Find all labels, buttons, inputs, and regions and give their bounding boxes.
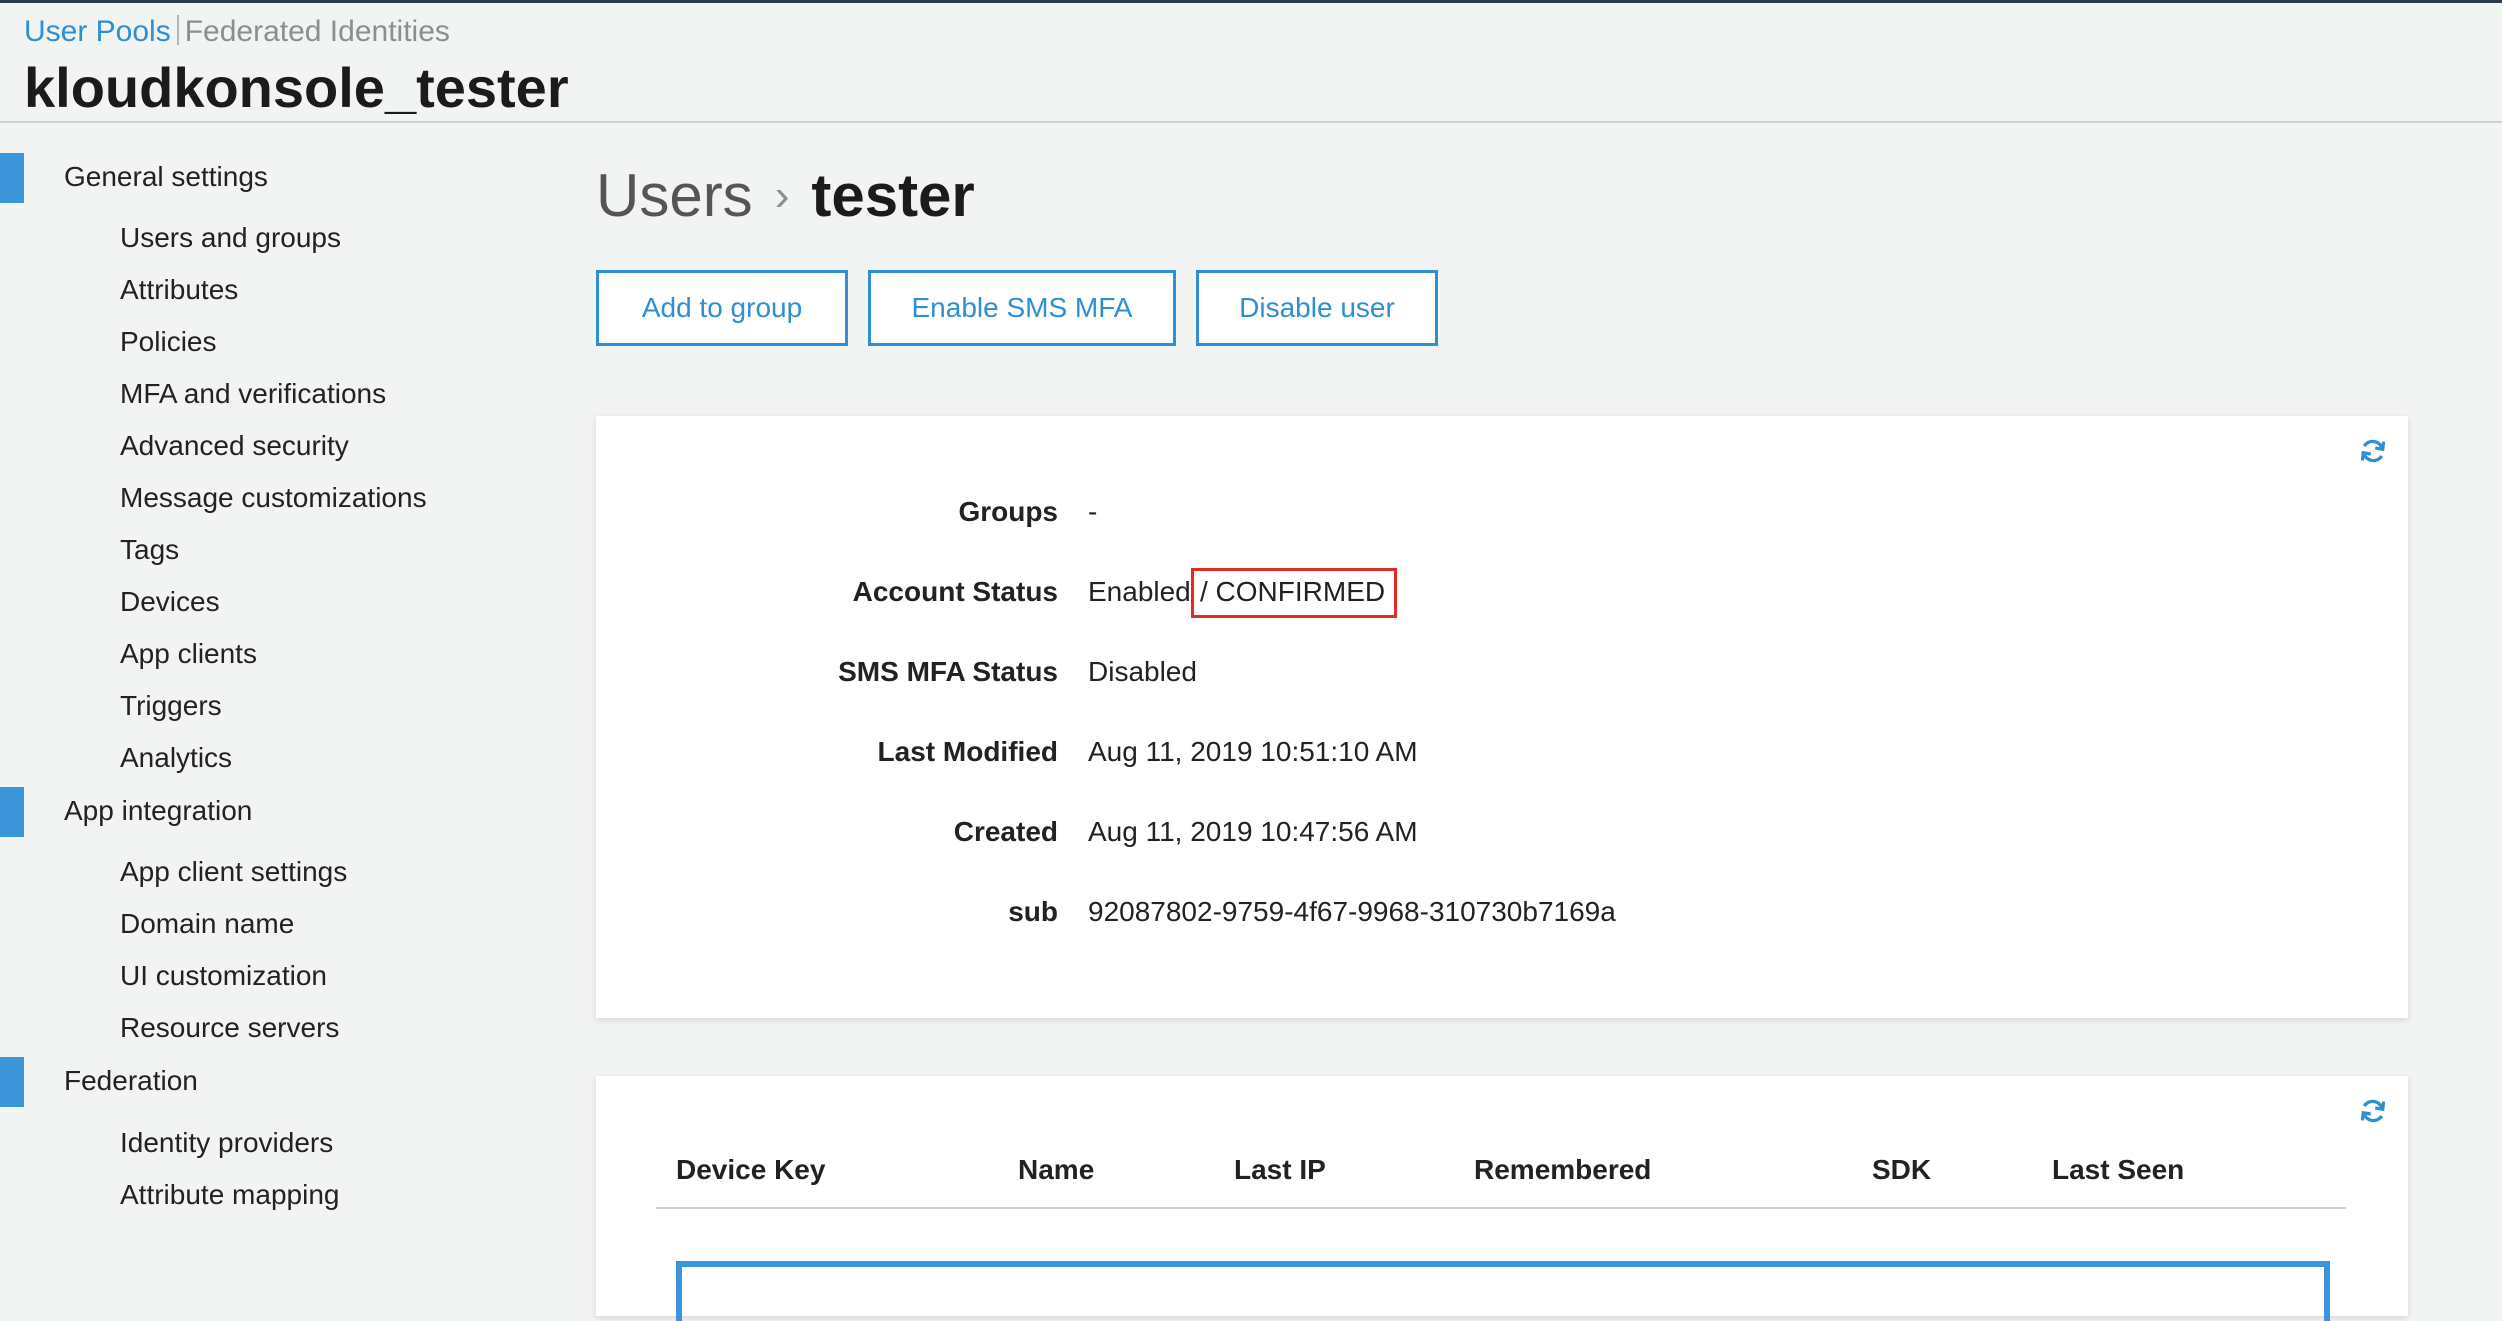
section-marker <box>0 1057 24 1107</box>
devices-panel: Device Key Name Last IP Remembered SDK L… <box>596 1076 2408 1321</box>
sidebar-item-app-clients[interactable]: App clients <box>120 638 257 670</box>
page-header: User Pools Federated Identities kloudkons… <box>0 3 2502 123</box>
add-to-group-button[interactable]: Add to group <box>596 270 848 346</box>
pool-name-title: kloudkonsole_tester <box>24 56 569 119</box>
section-marker <box>0 787 24 837</box>
column-header-last-seen[interactable]: Last Seen <box>2052 1154 2184 1186</box>
account-status-label: Account Status <box>852 576 1058 607</box>
section-title-general-settings[interactable]: General settings <box>64 161 268 193</box>
sidebar-item-triggers[interactable]: Triggers <box>120 690 222 722</box>
groups-label: Groups <box>958 496 1058 527</box>
section-general-settings: General settings <box>0 123 560 203</box>
page-title: Users › tester <box>596 161 975 230</box>
sidebar-item-advanced-security[interactable]: Advanced security <box>120 430 349 462</box>
sidebar-item-attribute-mapping[interactable]: Attribute mapping <box>120 1179 339 1211</box>
column-header-name[interactable]: Name <box>1018 1154 1094 1186</box>
sidebar-item-users-and-groups[interactable]: Users and groups <box>120 222 341 254</box>
refresh-icon[interactable] <box>2358 436 2388 466</box>
sidebar-item-devices[interactable]: Devices <box>120 586 220 618</box>
disable-user-button[interactable]: Disable user <box>1196 270 1438 346</box>
section-title-federation[interactable]: Federation <box>64 1065 198 1097</box>
breadcrumb-divider <box>176 15 179 45</box>
sidebar-item-message-customizations[interactable]: Message customizations <box>120 482 427 514</box>
sidebar: General settings Users and groups Attrib… <box>0 123 560 1298</box>
column-header-sdk[interactable]: SDK <box>1872 1154 1931 1186</box>
created-label: Created <box>953 816 1058 847</box>
column-header-device-key[interactable]: Device Key <box>676 1154 825 1186</box>
last-modified-label: Last Modified <box>877 736 1058 767</box>
account-status-enabled: Enabled <box>1088 576 1191 607</box>
sidebar-item-attributes[interactable]: Attributes <box>120 274 238 306</box>
user-details-panel: Groups - Account Status Enabled / CONFIR… <box>596 416 2408 1018</box>
chevron-right-icon: › <box>774 171 790 220</box>
column-header-remembered[interactable]: Remembered <box>1474 1154 1651 1186</box>
groups-value: - <box>1088 496 1098 527</box>
sidebar-item-mfa-and-verifications[interactable]: MFA and verifications <box>120 378 386 410</box>
tab-federated-identities[interactable]: Federated Identities <box>185 15 450 48</box>
sub-label: sub <box>1008 896 1058 927</box>
detail-row-groups: Groups - <box>596 496 2408 536</box>
detail-row-sms-mfa: SMS MFA Status Disabled <box>596 656 2408 696</box>
section-title-app-integration[interactable]: App integration <box>64 795 252 827</box>
sidebar-item-policies[interactable]: Policies <box>120 326 216 358</box>
sidebar-item-tags[interactable]: Tags <box>120 534 179 566</box>
username-title: tester <box>811 162 975 229</box>
detail-row-created: Created Aug 11, 2019 10:47:56 AM <box>596 816 2408 856</box>
tab-user-pools[interactable]: User Pools <box>24 15 171 48</box>
sidebar-item-app-client-settings[interactable]: App client settings <box>120 856 347 888</box>
breadcrumb-users-link[interactable]: Users <box>596 162 753 229</box>
sub-value: 92087802-9759-4f67-9968-310730b7169a <box>1088 896 1616 927</box>
refresh-icon[interactable] <box>2358 1096 2388 1126</box>
table-header-divider <box>656 1207 2346 1209</box>
sms-mfa-status-label: SMS MFA Status <box>838 656 1058 687</box>
detail-row-account-status: Account Status Enabled / CONFIRMED <box>596 568 2408 618</box>
last-modified-value: Aug 11, 2019 10:51:10 AM <box>1088 736 1418 767</box>
enable-sms-mfa-button[interactable]: Enable SMS MFA <box>868 270 1176 346</box>
highlight-box <box>1191 568 1397 618</box>
section-marker <box>0 153 24 203</box>
detail-row-last-modified: Last Modified Aug 11, 2019 10:51:10 AM <box>596 736 2408 776</box>
sidebar-item-identity-providers[interactable]: Identity providers <box>120 1127 333 1159</box>
created-value: Aug 11, 2019 10:47:56 AM <box>1088 816 1418 847</box>
column-header-last-ip[interactable]: Last IP <box>1234 1154 1326 1186</box>
table-body-placeholder <box>676 1261 2330 1321</box>
sidebar-item-domain-name[interactable]: Domain name <box>120 908 294 940</box>
breadcrumb: User Pools Federated Identities <box>24 15 450 49</box>
sidebar-item-ui-customization[interactable]: UI customization <box>120 960 327 992</box>
section-federation: Federation <box>0 1027 560 1107</box>
sms-mfa-status-value: Disabled <box>1088 656 1197 687</box>
detail-row-sub: sub 92087802-9759-4f67-9968-310730b7169a <box>596 896 2408 936</box>
section-app-integration: App integration <box>0 757 560 837</box>
